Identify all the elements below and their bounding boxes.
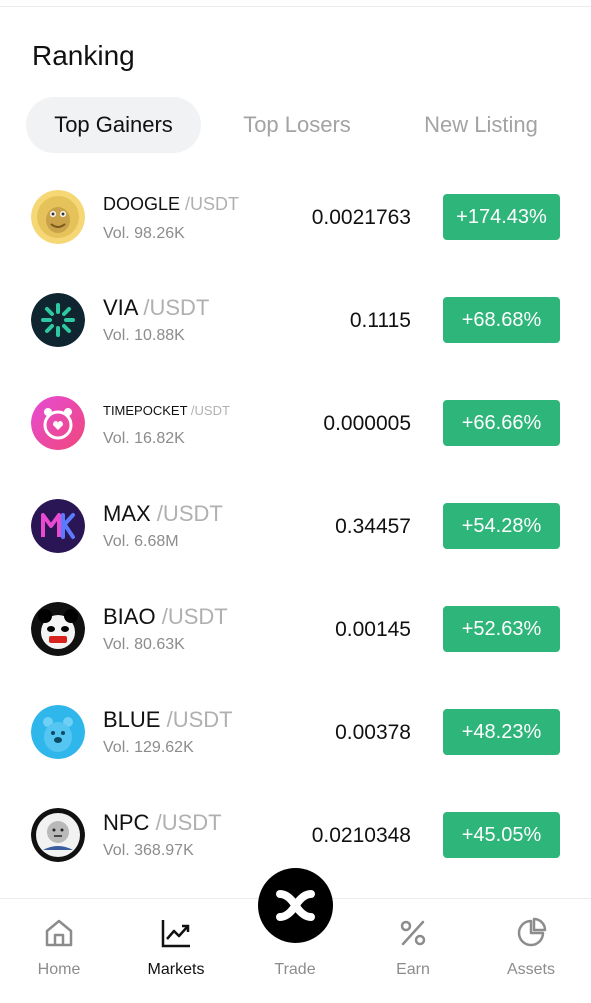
list-item[interactable]: MAX /USDT Vol. 6.68M 0.34457 +54.28% — [0, 475, 591, 578]
volume-text: Vol. 6.68M — [103, 533, 179, 550]
list-item[interactable]: BIAO /USDT Vol. 80.63K 0.00145 +52.63% — [0, 578, 591, 681]
base-symbol: BLUE — [103, 707, 161, 732]
list-item[interactable]: VIA /USDT Vol. 10.88K 0.1115 +68.68% — [0, 269, 591, 372]
base-symbol: VIA — [103, 295, 138, 320]
base-symbol: DOOGLE — [103, 194, 181, 214]
price-text: 0.000005 — [323, 412, 411, 435]
max-coin-icon — [31, 499, 85, 553]
nav-label: Assets — [506, 961, 555, 978]
nav-home[interactable]: Home — [4, 899, 114, 1003]
doogle-coin-icon — [31, 190, 85, 244]
quote-symbol: /USDT — [155, 810, 222, 835]
volume-text: Vol. 368.97K — [103, 842, 194, 859]
change-badge[interactable]: +68.68% — [443, 297, 560, 343]
base-symbol: MAX — [103, 501, 151, 526]
home-icon — [45, 919, 73, 947]
change-badge[interactable]: +54.28% — [443, 503, 560, 549]
quote-symbol: /USDT — [185, 194, 240, 214]
quote-symbol: /USDT — [166, 707, 233, 732]
list-item[interactable]: DOOGLE /USDT Vol. 98.26K 0.0021763 +174.… — [0, 166, 591, 269]
ranking-tabs: Top Gainers Top Losers New Listing — [24, 97, 584, 153]
biao-coin-icon — [31, 602, 85, 656]
tab-top-losers[interactable]: Top Losers — [220, 97, 374, 153]
change-badge[interactable]: +48.23% — [443, 709, 560, 755]
tab-new-listing[interactable]: New Listing — [396, 97, 566, 153]
quote-symbol: /USDT — [143, 295, 210, 320]
pair-label: TIMEPOCKET /USDT — [103, 403, 230, 418]
npc-coin-icon — [31, 808, 85, 862]
page-title: Ranking — [32, 40, 135, 71]
pair-label: MAX /USDT — [103, 501, 223, 527]
timepocket-coin-icon — [31, 396, 85, 450]
volume-text: Vol. 98.26K — [103, 225, 185, 242]
base-symbol: TIMEPOCKET — [103, 403, 188, 418]
price-text: 0.1115 — [349, 309, 411, 332]
base-symbol: NPC — [103, 810, 150, 835]
change-badge[interactable]: +45.05% — [443, 812, 560, 858]
pie-chart-icon — [517, 917, 547, 947]
pair-label: VIA /USDT — [103, 295, 209, 321]
pair-label: BLUE /USDT — [103, 707, 233, 733]
quote-symbol: /USDT — [190, 403, 230, 418]
percent-icon — [400, 920, 426, 946]
pair-label: DOOGLE /USDT — [103, 194, 239, 215]
nav-earn[interactable]: Earn — [358, 899, 468, 1003]
volume-text: Vol. 16.82K — [103, 430, 185, 447]
via-coin-icon — [31, 293, 85, 347]
blue-coin-icon — [31, 705, 85, 759]
nav-label: Earn — [396, 961, 430, 978]
pair-label: NPC /USDT — [103, 810, 222, 836]
change-badge[interactable]: +66.66% — [443, 400, 560, 446]
quote-symbol: /USDT — [156, 501, 223, 526]
price-text: 0.34457 — [335, 515, 411, 538]
quote-symbol: /USDT — [161, 604, 228, 629]
volume-text: Vol. 10.88K — [103, 327, 185, 344]
pair-label: BIAO /USDT — [103, 604, 228, 630]
trade-icon — [276, 890, 315, 921]
top-divider — [0, 6, 591, 7]
trade-button[interactable] — [258, 868, 333, 943]
price-text: 0.0210348 — [311, 824, 411, 847]
tab-top-gainers[interactable]: Top Gainers — [26, 97, 201, 153]
base-symbol: BIAO — [103, 604, 156, 629]
change-badge[interactable]: +52.63% — [443, 606, 560, 652]
nav-label: Trade — [274, 961, 316, 978]
nav-markets[interactable]: Markets — [121, 899, 231, 1003]
volume-text: Vol. 80.63K — [103, 636, 185, 653]
price-text: 0.0021763 — [311, 206, 411, 229]
change-badge[interactable]: +174.43% — [443, 194, 560, 240]
nav-assets[interactable]: Assets — [476, 899, 586, 1003]
price-text: 0.00378 — [335, 721, 411, 744]
price-text: 0.00145 — [335, 618, 411, 641]
list-item[interactable]: BLUE /USDT Vol. 129.62K 0.00378 +48.23% — [0, 681, 591, 784]
volume-text: Vol. 129.62K — [103, 739, 194, 756]
list-item[interactable]: TIMEPOCKET /USDT Vol. 16.82K 0.000005 +6… — [0, 372, 591, 475]
chart-icon — [161, 920, 190, 948]
nav-label: Markets — [147, 961, 205, 978]
nav-label: Home — [37, 961, 81, 978]
